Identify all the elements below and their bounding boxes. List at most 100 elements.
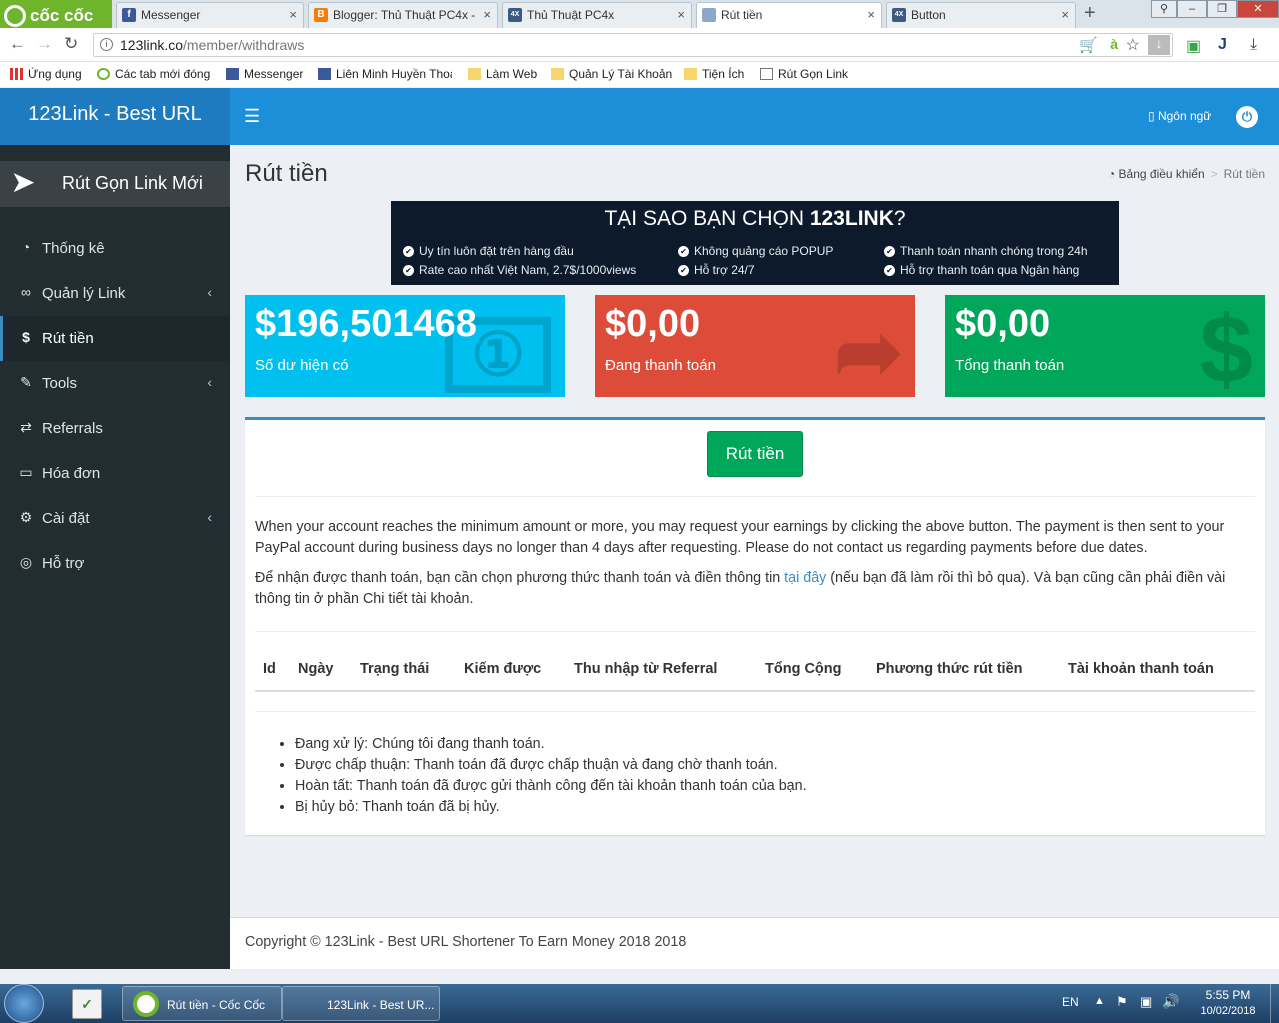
close-window-icon[interactable]: ✕: [1237, 0, 1279, 18]
sidebar-item-referrals[interactable]: ⇄ Referrals: [0, 406, 230, 451]
stat-box-total-paid: $ $0,00 Tổng thanh toán: [945, 295, 1265, 397]
withdraw-button[interactable]: Rút tiền: [707, 431, 803, 477]
sidebar-item-withdraw[interactable]: $ Rút tiền: [0, 316, 230, 361]
clock-date[interactable]: 10/02/2018: [1192, 1005, 1264, 1017]
input-language[interactable]: EN: [1062, 995, 1079, 1009]
extension-j-icon[interactable]: J: [1218, 36, 1227, 54]
site-logo[interactable]: 123Link - Best URL: [0, 88, 230, 145]
network-icon[interactable]: ▣: [1140, 994, 1152, 1010]
banner-point: Không quảng cáo POPUP: [678, 244, 833, 258]
restore-icon[interactable]: ❐: [1207, 0, 1237, 18]
tab-title: Rút tiền: [721, 8, 763, 22]
pc4x-icon: 4X: [508, 8, 522, 22]
tab-title: Blogger: Thủ Thuật PC4x -: [333, 8, 476, 22]
table-header-method: Phương thức rút tiền: [876, 661, 1023, 677]
browser-tab[interactable]: B Blogger: Thủ Thuật PC4x - ×: [308, 2, 498, 28]
sidebar: ➤ Rút Gọn Link Mới ◔ Thống kê ∞ Quản lý Li…: [0, 145, 230, 969]
reload-icon[interactable]: ↻: [64, 34, 78, 54]
banner-point: Thanh toán nhanh chóng trong 24h: [884, 244, 1088, 258]
sidebar-item-settings[interactable]: ⚙ Cài đặt ‹: [0, 496, 230, 541]
sidebar-item-invoices[interactable]: ▭ Hóa đơn: [0, 451, 230, 496]
chevron-left-icon: ‹: [207, 374, 212, 390]
show-desktop-button[interactable]: [1270, 984, 1279, 1023]
sidebar-item-statistics[interactable]: ◔ Thống kê: [0, 226, 230, 271]
bookmark-item[interactable]: Rút Gọn Link: [760, 67, 848, 81]
bookmarks-bar: Ứng dụng Các tab mới đóng Messenger Liên…: [0, 62, 1279, 87]
language-icon: ▯: [1148, 109, 1158, 123]
new-tab-icon[interactable]: +: [1084, 2, 1096, 25]
sidebar-item-label: Quản lý Link: [42, 285, 126, 302]
sidebar-item-label: Tools: [42, 375, 78, 392]
bookmark-item[interactable]: Làm Web: [468, 67, 537, 81]
bookmark-item[interactable]: Liên Minh Huyền Thoại: [318, 67, 452, 81]
back-arrow-icon[interactable]: ←: [9, 34, 26, 54]
address-bar[interactable]: i 123link.co/member/withdraws 🛒 à ☆ ↓: [93, 33, 1173, 57]
browser-tab-active[interactable]: Rút tiền ×: [696, 2, 882, 28]
facebook-icon: [226, 68, 239, 80]
breadcrumb-separator: >: [1210, 167, 1218, 181]
coccoc-menu-button[interactable]: cốc cốc: [0, 0, 112, 28]
new-short-link-label: Rút Gọn Link Mới: [62, 173, 203, 193]
bookmark-item[interactable]: Quản Lý Tài Khoản: [551, 67, 672, 81]
bookmark-item[interactable]: Tiện Ích: [684, 67, 744, 81]
payment-settings-link[interactable]: tại đây: [784, 570, 826, 586]
status-legend: Đang xử lý: Chúng tôi đang thanh toán. Đ…: [295, 734, 807, 818]
bookmark-label: Rút Gọn Link: [778, 67, 849, 81]
sidebar-item-manage-links[interactable]: ∞ Quản lý Link ‹: [0, 271, 230, 316]
window-controls: ⚲ – ❐ ✕: [1151, 0, 1279, 20]
extension-icon[interactable]: ▣: [1186, 36, 1201, 56]
banner-point: Rate cao nhất Việt Nam, 2.7$/1000views: [403, 263, 636, 277]
taskbar-app-active[interactable]: Rút tiền - Cốc Cốc: [122, 986, 282, 1021]
browser-tab[interactable]: 4X Button ×: [886, 2, 1076, 28]
table-header-total: Tổng Cộng: [765, 661, 842, 677]
facebook-icon: f: [122, 8, 136, 22]
close-icon[interactable]: ×: [1061, 7, 1069, 22]
apps-icon: [10, 68, 23, 80]
stat-value: $196,501468: [255, 303, 477, 345]
bookmark-item[interactable]: Messenger: [226, 67, 303, 81]
action-center-icon[interactable]: ⚑: [1116, 994, 1128, 1010]
windows-start-icon[interactable]: [4, 984, 44, 1023]
top-navbar: ☰ ▯ Ngôn ngữ ⏻: [230, 88, 1279, 145]
sidebar-item-tools[interactable]: ✎ Tools ‹: [0, 361, 230, 406]
language-menu[interactable]: ▯ Ngôn ngữ: [1148, 109, 1211, 123]
new-short-link-button[interactable]: ➤ Rút Gọn Link Mới: [0, 161, 230, 207]
taskbar-app-label: 123Link - Best UR...: [327, 998, 435, 1012]
app-launcher-icon[interactable]: ✓: [72, 989, 102, 1019]
clock-time[interactable]: 5:55 PM: [1192, 988, 1264, 1002]
os-taskbar: ✓ Rút tiền - Cốc Cốc 123Link - Best UR..…: [0, 984, 1279, 1023]
volume-icon[interactable]: 🔊: [1162, 993, 1179, 1010]
taskbar-app[interactable]: 123Link - Best UR...: [282, 986, 440, 1021]
cart-icon[interactable]: 🛒: [1079, 36, 1098, 54]
promo-banner[interactable]: TẠI SAO BẠN CHỌN 123LINK? Uy tín luôn đặ…: [391, 201, 1119, 285]
sidebar-item-label: Hóa đơn: [42, 465, 101, 482]
breadcrumb: ◔ Bảng điều khiển > Rút tiền: [1108, 167, 1265, 181]
legend-item: Được chấp thuận: Thanh toán đã được chấp…: [295, 755, 807, 776]
account-icon[interactable]: ⚲: [1151, 0, 1177, 18]
info-icon[interactable]: i: [100, 38, 113, 51]
info-text-vi-part: Để nhận được thanh toán, bạn cần chọn ph…: [255, 570, 785, 586]
star-bookmark-icon[interactable]: ☆: [1126, 35, 1140, 55]
breadcrumb-link[interactable]: Bảng điều khiển: [1119, 167, 1205, 181]
bookmark-item[interactable]: Ứng dụng: [10, 67, 82, 81]
power-logout-icon[interactable]: ⏻: [1236, 106, 1258, 128]
close-icon[interactable]: ×: [289, 7, 297, 22]
bookmark-label: Tiện Ích: [702, 67, 745, 81]
download-icon[interactable]: ↓: [1148, 35, 1170, 55]
facebook-icon: [318, 68, 331, 80]
banner-title-mark: ?: [893, 207, 906, 230]
sidebar-item-label: Referrals: [42, 420, 103, 437]
sidebar-item-support[interactable]: ◎ Hỗ trợ: [0, 541, 230, 586]
browser-tab[interactable]: f Messenger ×: [116, 2, 304, 28]
vietnamese-input-icon[interactable]: à: [1110, 36, 1118, 52]
close-icon[interactable]: ×: [677, 7, 685, 22]
tray-expand-icon[interactable]: ▲: [1094, 995, 1105, 1007]
close-icon[interactable]: ×: [867, 7, 875, 22]
downloads-icon[interactable]: ⤓: [1250, 36, 1257, 54]
forward-arrow-icon[interactable]: →: [36, 34, 53, 54]
browser-tab[interactable]: 4X Thủ Thuật PC4x ×: [502, 2, 692, 28]
close-icon[interactable]: ×: [483, 7, 491, 22]
bookmark-item[interactable]: Các tab mới đóng: [97, 67, 210, 81]
minimize-icon[interactable]: –: [1177, 0, 1207, 18]
hamburger-menu-icon[interactable]: ☰: [244, 106, 260, 127]
